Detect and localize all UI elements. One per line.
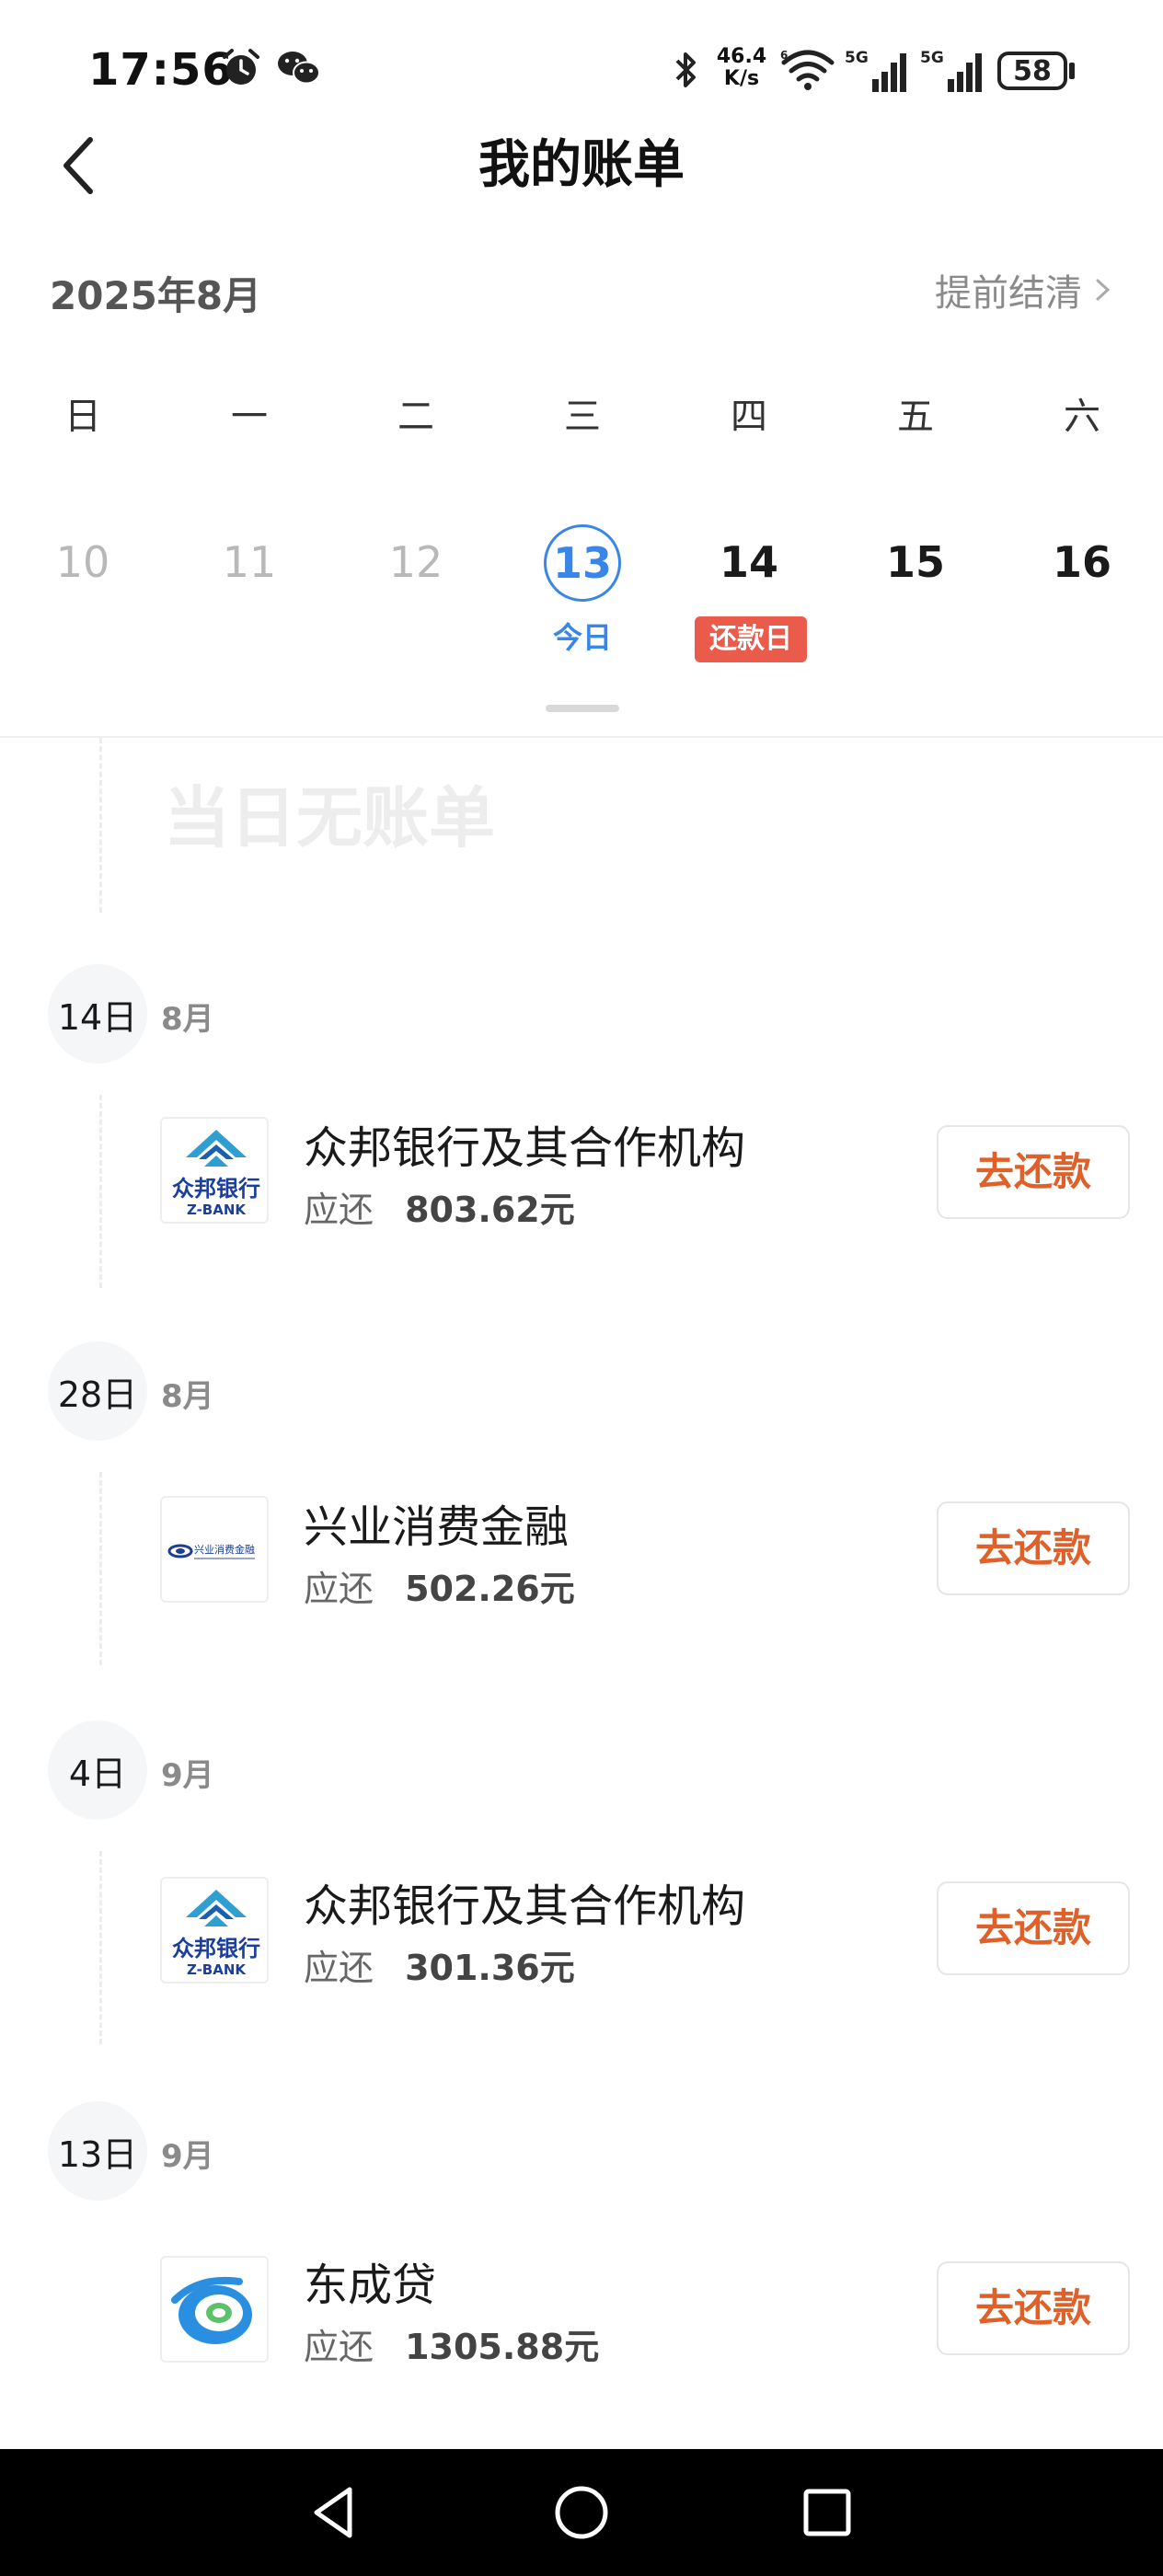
divider	[0, 736, 1163, 738]
bank-logo-zbank: 众邦银行 Z-BANK	[160, 1877, 269, 1984]
timeline-line	[99, 738, 102, 913]
weekday-label: 一	[231, 396, 268, 438]
bill-amount: 应还 803.62元	[304, 1181, 575, 1232]
timeline-line	[99, 1851, 102, 2044]
month-label[interactable]: 2025年8月	[50, 265, 261, 321]
dongchengdai-logo	[171, 2276, 252, 2344]
weekday-label: 六	[1064, 396, 1100, 438]
battery-tip	[1069, 63, 1075, 79]
recents-square-icon[interactable]	[797, 2482, 858, 2543]
amount-value: 1305.88元	[405, 2327, 600, 2367]
calendar-day-today[interactable]: 13	[544, 524, 621, 602]
calendar-day[interactable]: 14	[694, 537, 804, 587]
pay-button[interactable]: 去还款	[937, 1125, 1130, 1219]
net-speed: 46.4 K/s	[714, 46, 769, 90]
calendar-day[interactable]: 16	[1027, 537, 1137, 587]
status-time: 17:56	[88, 44, 234, 96]
home-circle-icon[interactable]	[551, 2482, 612, 2543]
date-month: 8月	[161, 1378, 214, 1415]
zbank-logo: 众邦银行 Z-BANK	[172, 1130, 260, 1218]
today-label: 今日	[552, 620, 612, 655]
signal-5g-icon: 5G	[920, 49, 982, 92]
drag-indicator[interactable]	[546, 705, 619, 712]
date-month: 8月	[161, 1001, 214, 1038]
amount-label: 应还	[304, 1948, 374, 1988]
date-circle: 14日	[48, 964, 147, 1064]
pay-button[interactable]: 去还款	[937, 1881, 1130, 1975]
due-date-badge: 还款日	[695, 616, 807, 662]
bank-logo-xingye: 兴业消费金融	[160, 1496, 269, 1603]
amount-label: 应还	[304, 1569, 374, 1609]
chevron-right-icon	[1096, 279, 1111, 301]
svg-text:众邦银行: 众邦银行	[172, 1176, 260, 1202]
svg-text:Z-BANK: Z-BANK	[187, 1961, 247, 1978]
back-triangle-icon[interactable]	[304, 2482, 364, 2543]
net-speed-unit: K/s	[723, 67, 760, 90]
wifi-icon: 6	[780, 49, 835, 90]
status-bar: 17:56 46.4 K/s 6 5G 5G 58	[0, 0, 1163, 138]
date-month: 9月	[161, 2138, 214, 2175]
empty-state-text: 当日无账单	[164, 779, 496, 857]
bill-name: 众邦银行及其合作机构	[304, 1122, 746, 1174]
bill-name: 兴业消费金融	[304, 1501, 570, 1553]
settle-early-label: 提前结清	[935, 272, 1082, 315]
battery-level: 58	[1013, 54, 1052, 87]
alarm-icon	[223, 49, 259, 85]
calendar-day[interactable]: 11	[194, 537, 305, 587]
net-speed-value: 46.4	[716, 45, 767, 68]
bill-amount: 应还 1305.88元	[304, 2318, 599, 2369]
bill-amount: 应还 502.26元	[304, 1560, 575, 1611]
svg-text:众邦银行: 众邦银行	[172, 1936, 260, 1961]
weekday-header: 日 一 二 三 四 五 六	[0, 386, 1163, 442]
battery-icon: 58	[997, 52, 1067, 90]
zbank-logo: 众邦银行 Z-BANK	[172, 1890, 260, 1978]
date-circle: 13日	[48, 2101, 147, 2201]
amount-label: 应还	[304, 2327, 374, 2367]
settle-early-link[interactable]: 提前结清	[935, 263, 1117, 316]
page-title: 我的账单	[478, 135, 685, 195]
svg-text:Z-BANK: Z-BANK	[187, 1202, 247, 1218]
svg-text:6: 6	[780, 49, 788, 62]
bill-amount: 应还 301.36元	[304, 1939, 575, 1990]
bluetooth-icon	[675, 52, 696, 87]
calendar-day[interactable]: 15	[860, 537, 971, 587]
calendar-day[interactable]: 12	[361, 537, 471, 587]
amount-value: 502.26元	[405, 1569, 575, 1609]
amount-label: 应还	[304, 1190, 374, 1230]
weekday-label: 三	[564, 396, 601, 438]
amount-value: 301.36元	[405, 1948, 575, 1988]
timeline-line	[99, 1472, 102, 1665]
bill-name: 东成贷	[304, 2260, 437, 2311]
svg-text:兴业消费金融: 兴业消费金融	[194, 1543, 255, 1556]
weekday-label: 日	[64, 396, 101, 438]
bank-logo-zbank: 众邦银行 Z-BANK	[160, 1117, 269, 1224]
weekday-label: 四	[731, 396, 767, 438]
xingye-logo: 兴业消费金融	[167, 1543, 255, 1559]
wechat-icon	[278, 52, 320, 85]
date-circle: 28日	[48, 1341, 147, 1441]
svg-text:5G: 5G	[920, 49, 944, 67]
weekday-label: 二	[397, 396, 434, 438]
svg-text:5G: 5G	[845, 49, 869, 67]
date-month: 9月	[161, 1757, 214, 1794]
signal-5g-icon: 5G	[845, 49, 906, 92]
calendar-day[interactable]: 10	[28, 537, 138, 587]
weekday-label: 五	[897, 396, 934, 438]
pay-button[interactable]: 去还款	[937, 1501, 1130, 1595]
amount-value: 803.62元	[405, 1190, 575, 1230]
lender-logo-dongchengdai	[160, 2256, 269, 2363]
system-nav-bar	[0, 2449, 1163, 2576]
pay-button[interactable]: 去还款	[937, 2261, 1130, 2355]
date-circle: 4日	[48, 1720, 147, 1820]
bill-name: 众邦银行及其合作机构	[304, 1880, 746, 1932]
timeline-line	[99, 1095, 102, 1288]
